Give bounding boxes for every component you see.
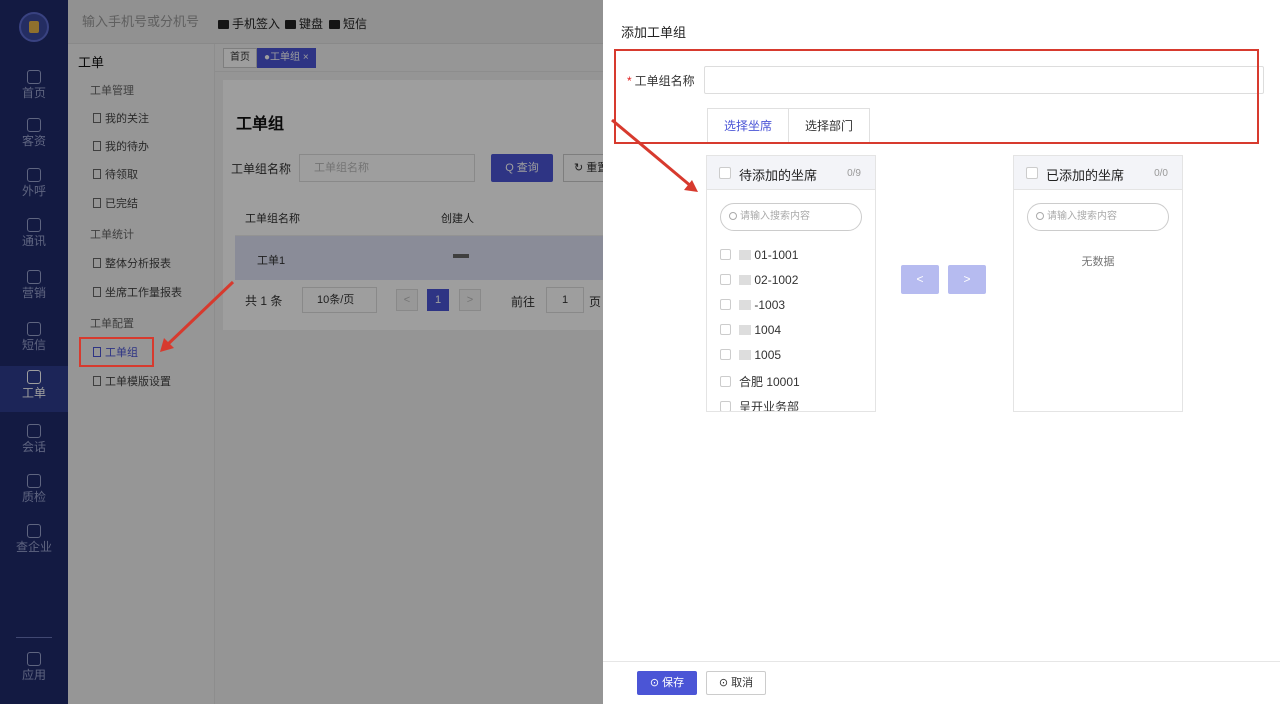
added-title: 已添加的坐席 [1046, 168, 1125, 183]
move-left-button[interactable]: < [901, 265, 939, 294]
save-button[interactable]: ⊙ 保存 [637, 671, 697, 695]
check-icon: ⊙ [649, 677, 663, 689]
added-search-input[interactable]: 请输入搜索内容 [1027, 203, 1169, 231]
list-item[interactable]: -1003 [720, 298, 785, 312]
search-icon [729, 212, 737, 220]
available-title: 待添加的坐席 [739, 168, 818, 183]
list-item[interactable]: 呈开业务部 [720, 398, 799, 411]
list-item[interactable]: 1004 [720, 323, 781, 337]
select-all-added-checkbox[interactable] [1026, 167, 1038, 179]
added-count: 0/0 [1154, 168, 1168, 179]
item-checkbox[interactable] [720, 299, 731, 310]
added-header: 已添加的坐席 0/0 [1014, 156, 1182, 190]
search-icon [1036, 212, 1044, 220]
list-item[interactable]: 02-1002 [720, 273, 798, 287]
move-right-button[interactable]: > [948, 265, 986, 294]
empty-state: 无数据 [1081, 256, 1115, 268]
item-checkbox[interactable] [720, 349, 731, 360]
list-item[interactable]: 01-1001 [720, 248, 798, 262]
drawer-title: 添加工单组 [621, 25, 687, 40]
list-item[interactable]: 合肥 10001 [720, 373, 800, 390]
added-agents-panel: 已添加的坐席 0/0 请输入搜索内容 无数据 [1013, 155, 1183, 412]
available-search-input[interactable]: 请输入搜索内容 [720, 203, 862, 231]
drawer-footer: ⊙ 保存 ⊙ 取消 [603, 661, 1280, 704]
item-checkbox[interactable] [720, 249, 731, 260]
modal-mask[interactable] [0, 0, 603, 704]
item-checkbox[interactable] [720, 274, 731, 285]
item-checkbox[interactable] [720, 324, 731, 335]
annotation-box [614, 49, 1259, 144]
available-header: 待添加的坐席 0/9 [707, 156, 875, 190]
item-checkbox[interactable] [720, 376, 731, 387]
cancel-button[interactable]: ⊙ 取消 [706, 671, 766, 695]
available-count: 0/9 [847, 168, 861, 179]
item-checkbox[interactable] [720, 401, 731, 411]
select-all-checkbox[interactable] [719, 167, 731, 179]
close-icon: ⊙ [718, 677, 732, 689]
available-agents-panel: 待添加的坐席 0/9 请输入搜索内容 01-1001 02-1002 -1003… [706, 155, 876, 412]
list-item[interactable]: 1005 [720, 348, 781, 362]
